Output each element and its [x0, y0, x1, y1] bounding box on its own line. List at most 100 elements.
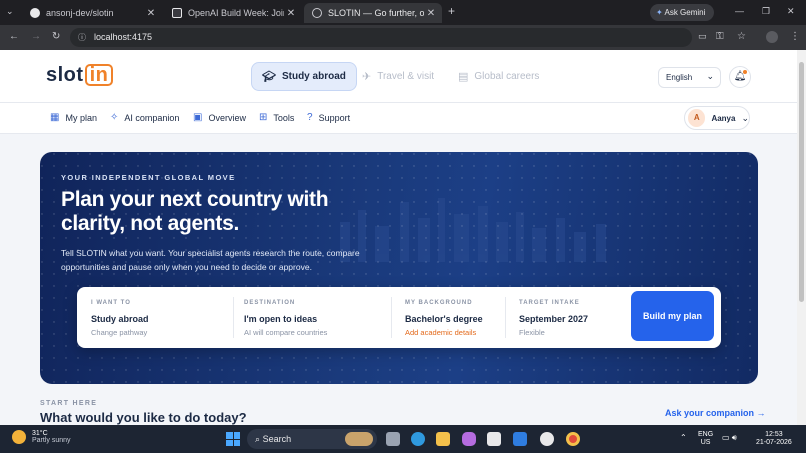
tab-title: OpenAI Build Week: Join a glob	[188, 8, 284, 18]
field-i-want-to[interactable]: I WANT TO Study abroad Change pathway	[77, 287, 233, 348]
site-info-icon[interactable]: ⓘ	[78, 32, 86, 43]
forward-arrow-icon[interactable]: →	[31, 31, 41, 42]
nav-tools[interactable]: ⊞ Tools	[259, 112, 294, 123]
edge-icon[interactable]	[411, 432, 425, 446]
field-label: I WANT TO	[91, 300, 131, 306]
nav-label: Support	[318, 112, 351, 123]
minimize-icon[interactable]: —	[735, 6, 744, 16]
field-value: I'm open to ideas	[244, 314, 318, 324]
clock[interactable]: 12:53 21-07-2026	[756, 431, 792, 447]
calendar-icon: ▣	[193, 112, 203, 123]
grid-icon: ▦	[50, 112, 60, 123]
search-highlight-icon	[345, 432, 373, 446]
tab-title: ansonj-dev/slotin	[46, 8, 114, 18]
build-my-plan-button[interactable]: Build my plan	[631, 291, 714, 341]
nav-overview[interactable]: ▣ Overview	[193, 112, 246, 123]
menu-kebab-icon[interactable]: ⋮	[790, 31, 800, 42]
tab-github[interactable]: ansonj-dev/slotin ✕	[22, 3, 162, 23]
address-bar[interactable]: ⓘ localhost:4175 ▭	[70, 28, 707, 47]
bookmark-star-icon[interactable]: ☆	[737, 31, 746, 42]
globe-icon	[312, 8, 322, 18]
nav-label: My plan	[65, 112, 97, 123]
nav-ai-companion[interactable]: ✧ AI companion	[110, 112, 179, 123]
profile-icon[interactable]	[766, 31, 778, 43]
hero-eyebrow: YOUR INDEPENDENT GLOBAL MOVE	[61, 173, 236, 182]
tab-title: SLOTIN — Go further, on your t	[328, 8, 424, 18]
clock-time: 12:53	[765, 431, 783, 438]
field-destination[interactable]: DESTINATION I'm open to ideas AI will co…	[230, 287, 391, 348]
password-key-icon[interactable]: ⚿	[716, 31, 724, 42]
ask-companion-link[interactable]: Ask your companion →	[665, 408, 766, 418]
mode-tab-label: Travel & visit	[377, 71, 435, 82]
devpost-icon	[172, 8, 182, 18]
logo-text: slot	[46, 64, 84, 86]
back-arrow-icon[interactable]: ←	[9, 31, 19, 42]
avatar: A	[688, 109, 706, 127]
logo-accent: in	[84, 64, 114, 86]
sparkle-icon: ✦	[656, 8, 663, 17]
page-scrollbar[interactable]	[797, 50, 806, 425]
weather-widget[interactable]: 31°C Partly sunny	[12, 430, 71, 444]
briefcase-icon: ▤	[458, 71, 469, 83]
lang-code: ENG	[698, 431, 714, 438]
chatgpt-icon[interactable]	[540, 432, 554, 446]
mode-tab-study-abroad[interactable]: 🎓︎ Study abroad	[251, 62, 357, 91]
tab-slotin[interactable]: SLOTIN — Go further, on your t ✕	[304, 3, 442, 23]
task-view-icon[interactable]	[386, 432, 400, 446]
close-icon[interactable]: ✕	[424, 8, 438, 19]
chrome-icon[interactable]	[566, 432, 580, 446]
field-hint: AI will compare countries	[244, 328, 328, 337]
user-menu[interactable]: A Aanya ⌄	[684, 106, 750, 130]
field-label: DESTINATION	[244, 300, 296, 306]
help-circle-icon: ?	[307, 112, 313, 123]
copilot-icon[interactable]	[462, 432, 476, 446]
new-tab-button[interactable]: +	[448, 4, 455, 18]
input-language[interactable]: ENG US	[698, 431, 713, 447]
close-icon[interactable]: ✕	[284, 8, 298, 19]
mode-tab-label: Study abroad	[281, 71, 346, 82]
nav-label: Overview	[208, 112, 246, 123]
mail-icon[interactable]	[513, 432, 527, 446]
close-icon[interactable]: ✕	[144, 8, 158, 19]
notification-dot	[743, 70, 747, 74]
user-name: Aanya	[711, 113, 736, 123]
notifications-button[interactable]: 🔔︎	[729, 66, 751, 88]
wifi-volume-icons[interactable]: ▭ 🔊︎	[722, 434, 737, 442]
sparkles-icon: ✧	[110, 112, 119, 123]
language-select[interactable]: English ⌄	[658, 67, 721, 88]
restore-icon[interactable]: ❐	[762, 6, 770, 17]
cast-icon[interactable]: ▭	[698, 31, 707, 42]
lang-region: US	[700, 439, 711, 446]
slotin-logo[interactable]: slot in	[46, 64, 114, 87]
field-hint-warning[interactable]: Add academic details	[405, 328, 504, 337]
tray-overflow-icon[interactable]: ⌃	[680, 434, 687, 442]
field-label: TARGET INTAKE	[519, 300, 580, 306]
language-value: English	[666, 73, 693, 82]
ask-gemini-button[interactable]: ✦ Ask Gemini	[650, 4, 714, 21]
hero-description: Tell SLOTIN what you want. Your speciali…	[61, 248, 360, 272]
windows-start-icon[interactable]	[226, 432, 240, 446]
ask-gemini-label: Ask Gemini	[664, 8, 706, 17]
window-close-icon[interactable]: ✕	[787, 6, 795, 17]
reload-icon[interactable]: ↻	[52, 31, 60, 42]
scrollbar-thumb[interactable]	[799, 62, 804, 302]
store-icon[interactable]	[487, 432, 501, 446]
section-eyebrow: START HERE	[40, 400, 98, 407]
mode-tab-travel[interactable]: ✈ Travel & visit	[352, 62, 444, 91]
section-title: What would you like to do today?	[40, 410, 247, 425]
tab-list-chevron-icon[interactable]: ⌄	[6, 6, 14, 17]
field-target-intake[interactable]: TARGET INTAKE September 2027 Flexible	[505, 287, 619, 348]
nav-support[interactable]: ? Support	[307, 112, 350, 123]
field-hint: Flexible	[519, 328, 545, 337]
nav-my-plan[interactable]: ▦ My plan	[50, 112, 97, 123]
hero-headline: Plan your next country with clarity, not…	[61, 188, 329, 235]
tab-openai[interactable]: OpenAI Build Week: Join a glob ✕	[164, 3, 302, 23]
taskbar-search[interactable]: ⌕ Search	[247, 429, 377, 449]
url-text[interactable]: localhost:4175	[94, 32, 152, 42]
windows-taskbar: 31°C Partly sunny ⌕ Search ⌃ ENG US ▭ 🔊︎…	[0, 425, 806, 453]
mode-tab-careers[interactable]: ▤ Global careers	[448, 62, 549, 91]
field-background[interactable]: MY BACKGROUND Bachelor's degree Add acad…	[391, 287, 504, 348]
github-icon	[30, 8, 40, 18]
field-hint[interactable]: Change pathway	[91, 328, 233, 337]
file-explorer-icon[interactable]	[436, 432, 450, 446]
